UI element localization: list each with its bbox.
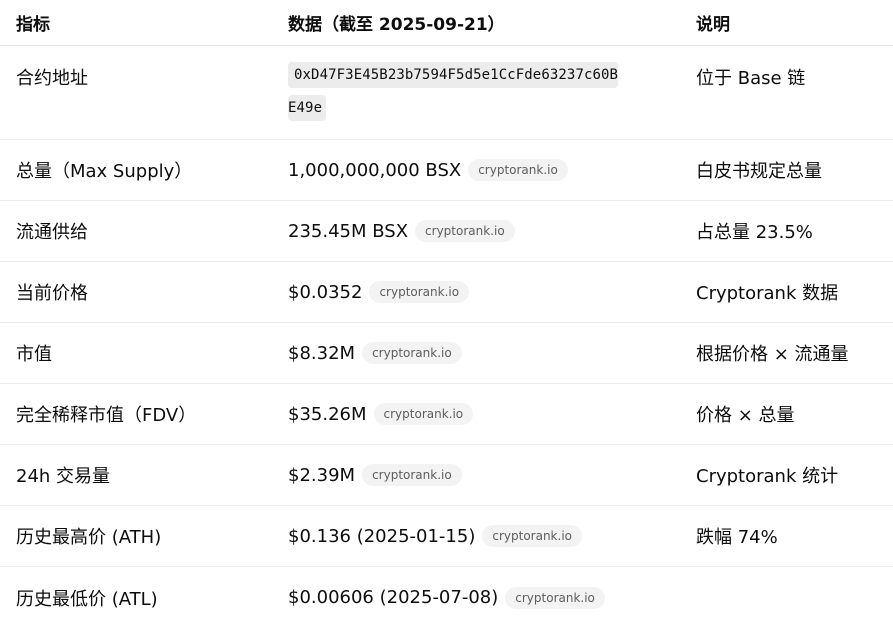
row-label: 当前价格 <box>16 283 88 304</box>
value-text: $8.32M <box>288 342 356 364</box>
row-value: $0.0352 cryptorank.io <box>288 262 470 322</box>
row-label: 历史最高价 (ATH) <box>16 527 162 548</box>
token-metrics-table: 指标 数据（截至 2025-09-21） 说明 合约地址 0xD47F3E45B… <box>0 0 893 628</box>
source-link[interactable]: cryptorank.io <box>369 281 470 303</box>
row-note: 根据价格 × 流通量 <box>696 344 849 365</box>
row-label: 24h 交易量 <box>16 466 111 487</box>
value-text: $0.136 (2025-01-15) <box>288 525 476 547</box>
row-label: 流通供给 <box>16 222 88 243</box>
row-label: 历史最低价 (ATL) <box>16 588 158 610</box>
source-link[interactable]: cryptorank.io <box>362 342 462 364</box>
row-value: 1,000,000,000 BSX cryptorank.io <box>288 140 568 200</box>
row-note: 白皮书规定总量 <box>696 161 822 182</box>
row-label: 市值 <box>16 344 52 365</box>
source-link[interactable]: cryptorank.io <box>415 220 515 242</box>
row-note: 跌幅 74% <box>696 527 778 548</box>
row-note: 占总量 23.5% <box>696 222 813 243</box>
address-line-1: 0xD47F3E45B23b7594F5d5e1CcFde63237c60B <box>288 62 619 88</box>
row-value: 235.45M BSX cryptorank.io <box>288 201 515 261</box>
table-row: 当前价格 $0.0352 cryptorank.io Cryptorank 数据 <box>0 262 893 323</box>
row-note: 价格 × 总量 <box>696 405 795 426</box>
value-text: $35.26M <box>288 403 367 425</box>
value-text: 235.45M BSX <box>288 220 409 242</box>
header-data: 数据（截至 2025-09-21） <box>288 15 505 35</box>
row-value: $2.39M cryptorank.io <box>288 445 462 505</box>
table-row: 24h 交易量 $2.39M cryptorank.io Cryptorank … <box>0 445 893 506</box>
row-note: Cryptorank 统计 <box>696 466 839 487</box>
contract-address-code[interactable]: 0xD47F3E45B23b7594F5d5e1CcFde63237c60B E… <box>288 46 619 128</box>
table-row: 历史最高价 (ATH) $0.136 (2025-01-15) cryptora… <box>0 506 893 567</box>
value-text: $0.00606 (2025-07-08) <box>288 587 499 608</box>
table-row: 历史最低价 (ATL) $0.00606 (2025-07-08) crypto… <box>0 567 893 628</box>
address-line-2: E49e <box>288 95 327 121</box>
source-link[interactable]: cryptorank.io <box>505 586 605 609</box>
table-row: 完全稀释市值（FDV） $35.26M cryptorank.io 价格 × 总… <box>0 384 893 445</box>
source-link[interactable]: cryptorank.io <box>468 159 568 181</box>
value-text: $0.0352 <box>288 281 363 303</box>
table-row: 市值 $8.32M cryptorank.io 根据价格 × 流通量 <box>0 323 893 384</box>
table-row: 流通供给 235.45M BSX cryptorank.io 占总量 23.5% <box>0 201 893 262</box>
table-header-row: 指标 数据（截至 2025-09-21） 说明 <box>0 0 893 46</box>
table-row: 总量（Max Supply） 1,000,000,000 BSX cryptor… <box>0 140 893 201</box>
row-value: $35.26M cryptorank.io <box>288 384 474 444</box>
header-note: 说明 <box>696 15 730 35</box>
source-link[interactable]: cryptorank.io <box>373 403 474 425</box>
value-text: $2.39M <box>288 464 356 486</box>
value-text: 1,000,000,000 BSX <box>288 159 462 181</box>
source-link[interactable]: cryptorank.io <box>482 525 582 547</box>
row-value: $8.32M cryptorank.io <box>288 323 462 383</box>
row-label: 总量（Max Supply） <box>16 161 193 182</box>
table-row-contract-address: 合约地址 0xD47F3E45B23b7594F5d5e1CcFde63237c… <box>0 46 893 140</box>
row-note: Cryptorank 数据 <box>696 283 839 304</box>
row-label: 完全稀释市值（FDV） <box>16 405 197 426</box>
row-value: $0.00606 (2025-07-08) cryptorank.io <box>288 567 605 628</box>
header-metric: 指标 <box>16 15 50 35</box>
source-link[interactable]: cryptorank.io <box>362 464 462 486</box>
row-value: $0.136 (2025-01-15) cryptorank.io <box>288 506 582 566</box>
